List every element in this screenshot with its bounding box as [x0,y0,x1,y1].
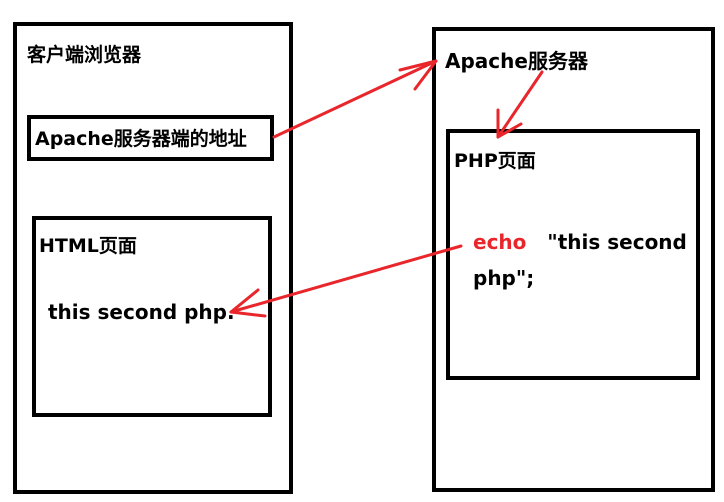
echo-keyword: echo [473,230,527,254]
php-code-line-2: php"; [473,266,535,290]
php-code-line-1: echo "this second [473,232,687,252]
apache-server-title: Apache服务器 [445,49,588,73]
server-address-label: Apache服务器端的地址 [35,128,247,150]
html-output-text: this second php. [48,300,235,324]
request-arrow [272,59,438,139]
code-string-part-1: "this second [547,230,687,254]
client-browser-title: 客户端浏览器 [27,44,142,66]
html-page-title: HTML页面 [39,235,137,257]
php-page-title: PHP页面 [454,150,536,172]
